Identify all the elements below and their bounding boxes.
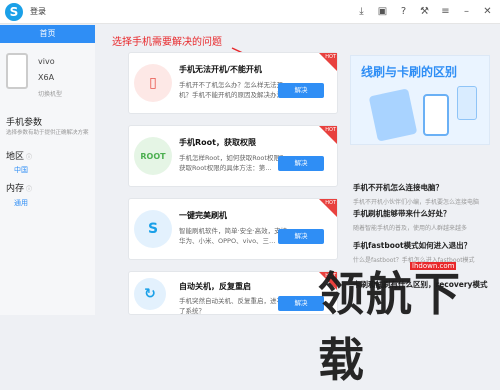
- memory-label-text: 内存: [6, 184, 25, 194]
- flash-icon: S: [134, 210, 172, 248]
- qa-answer: 随着智能手机的普及，使用的人群越来越多: [353, 225, 468, 232]
- download-icon[interactable]: ⤓: [355, 5, 368, 18]
- card-desc: 手机怎样Root，如何获取Root权限？获取Root权限的具体方法：第…: [179, 154, 287, 172]
- phone-brand: vivo: [38, 57, 55, 66]
- qa-answer: 手机不开机小伙伴们小编，手机要怎么连接电脑: [353, 199, 480, 206]
- solve-button[interactable]: 解决: [278, 83, 324, 98]
- banner-phone-image: [368, 88, 418, 142]
- title-bar: S 登录 ⤓ ▣ ? ⚒ ≡ – ✕: [0, 0, 500, 24]
- phone-thumbnail: [6, 53, 28, 89]
- problem-card-no-boot[interactable]: ▯ 手机无法开机/不能开机 手机开不了机怎么办？怎么样无法开机？手机不能开机的原…: [128, 52, 338, 114]
- region-value[interactable]: 中国: [14, 165, 28, 175]
- app-logo-icon: S: [5, 3, 23, 21]
- switch-model-link[interactable]: 切换机型: [38, 89, 62, 98]
- qa-item[interactable]: 手机刷机能够带来什么好处？ 随着智能手机的普及，使用的人群越来越多: [353, 208, 493, 232]
- memory-value[interactable]: 通用: [14, 198, 28, 208]
- banner-card-image: [457, 86, 477, 120]
- minimize-icon[interactable]: –: [460, 5, 473, 18]
- params-subtitle: 选择参数有助于提供正确解决方案: [6, 130, 89, 136]
- menu-icon[interactable]: ≡: [439, 5, 452, 18]
- qa-question[interactable]: 手机刷机能够带来什么好处？: [353, 208, 493, 219]
- root-icon: ROOT: [134, 137, 172, 175]
- login-link[interactable]: 登录: [30, 6, 46, 17]
- help-icon[interactable]: ?: [397, 5, 410, 18]
- problem-card-flash[interactable]: S 一键完美刷机 智能刷机软件，简单·安全·高效，支持华为、小米、OPPO、vi…: [128, 198, 338, 260]
- solve-button[interactable]: 解决: [278, 229, 324, 244]
- card-title: 手机无法开机/不能开机: [179, 65, 262, 74]
- params-title: 手机参数: [6, 118, 43, 128]
- card-title: 一键完美刷机: [179, 211, 227, 220]
- phone-icon: ▯: [134, 64, 172, 102]
- qa-question[interactable]: 手机fastboot模式如何进入退出？: [353, 240, 493, 251]
- problem-card-root[interactable]: ROOT 手机Root，获取权限 手机怎样Root，如何获取Root权限？获取R…: [128, 125, 338, 187]
- problem-card-restart[interactable]: ↻ 自动关机，反复重启 手机突然自动关机、反复重启，进不了系统？ 解决 HOT: [128, 271, 338, 315]
- tab-home[interactable]: 首页: [0, 25, 95, 43]
- annotation-text: 选择手机需要解决的问题: [112, 37, 222, 48]
- card-desc: 手机开不了机怎么办？怎么样无法开机？手机不能开机的原因及解决办法: [179, 81, 283, 99]
- phone-model: X6A: [38, 73, 55, 82]
- card-title: 自动关机，反复重启: [179, 282, 251, 291]
- region-label-text: 地区: [6, 152, 25, 162]
- banner-phone-image: [423, 94, 449, 136]
- memory-label: 内存 ⓘ: [6, 181, 32, 194]
- memory-help-icon[interactable]: ⓘ: [26, 186, 32, 193]
- toolbox-icon[interactable]: ▣: [376, 5, 389, 18]
- qa-item[interactable]: 手机不开机怎么连接电脑？ 手机不开机小伙伴们小编，手机要怎么连接电脑: [353, 182, 493, 206]
- restart-icon: ↻: [134, 278, 166, 310]
- settings-icon[interactable]: ⚒: [418, 5, 431, 18]
- close-icon[interactable]: ✕: [481, 5, 494, 18]
- card-title: 手机Root，获取权限: [179, 138, 256, 147]
- hot-badge: HOT: [319, 126, 337, 144]
- banner-flash-difference[interactable]: 线刷与卡刷的区别: [350, 55, 490, 145]
- watermark-url: lhdown.com: [410, 262, 457, 270]
- banner-title: 线刷与卡刷的区别: [361, 65, 458, 79]
- region-help-icon[interactable]: ⓘ: [26, 154, 32, 161]
- left-sidebar: 首页 vivo X6A 切换机型 手机参数 选择参数有助于提供正确解决方案 地区…: [0, 25, 95, 315]
- region-label: 地区 ⓘ: [6, 149, 32, 162]
- hot-badge: HOT: [319, 199, 337, 217]
- hot-badge: HOT: [319, 53, 337, 71]
- watermark-text: 领航下载: [318, 267, 462, 387]
- solve-button[interactable]: 解决: [278, 156, 324, 171]
- card-desc: 手机突然自动关机、反复重启，进不了系统？: [179, 297, 283, 315]
- card-desc: 智能刷机软件，简单·安全·高效，支持华为、小米、OPPO、vivo、三…: [179, 227, 288, 245]
- qa-question[interactable]: 手机不开机怎么连接电脑？: [353, 182, 493, 193]
